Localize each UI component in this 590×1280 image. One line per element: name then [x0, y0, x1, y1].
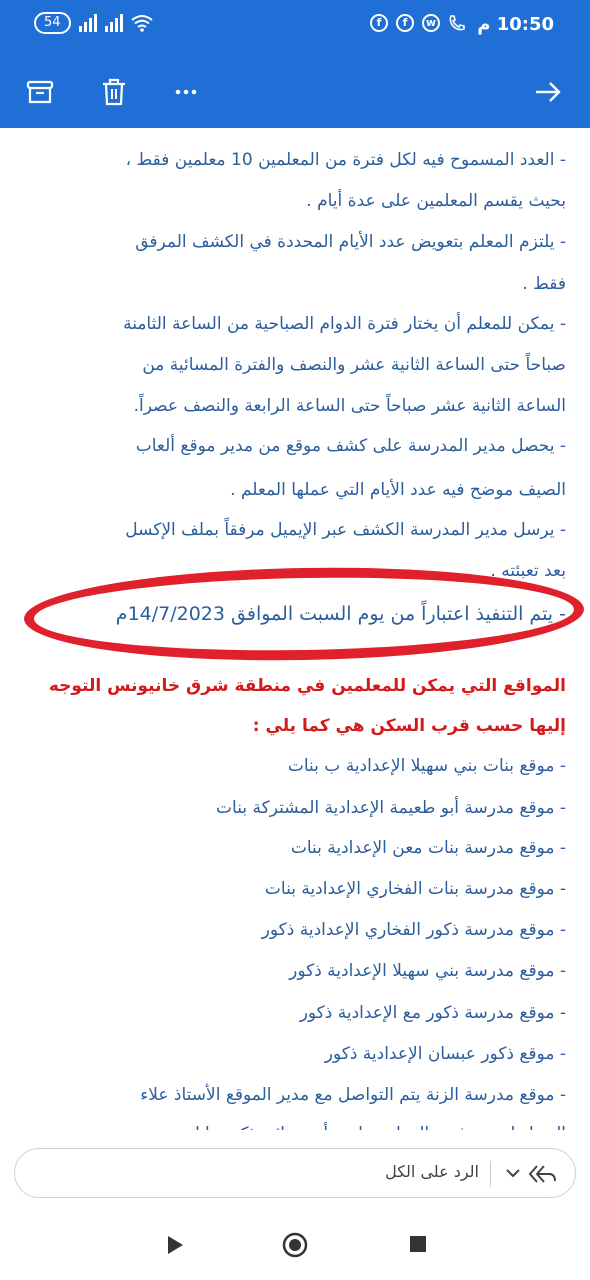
location-item: - موقع مدرسة الزنة يتم التواصل مع مدير ا…	[140, 1085, 566, 1105]
reply-divider	[490, 1161, 491, 1187]
wifi-icon	[130, 15, 153, 32]
reply-all-bar[interactable]: الرد على الكل	[14, 1148, 576, 1198]
signal-icon-2	[104, 14, 123, 32]
facebook-icon-2: f	[396, 14, 414, 32]
location-item: - موقع مدرسة بني سهيلا الإعدادية ذكور	[289, 961, 566, 981]
facebook-icon: f	[370, 14, 388, 32]
location-item: - موقع بنات بني سهيلا الإعدادية ب بنات	[287, 756, 566, 776]
system-nav-bar	[0, 1212, 590, 1280]
location-item: الحجار لتحديد فترة العمل صباحي أو مسائي …	[20, 1122, 566, 1130]
chevron-down-icon[interactable]	[505, 1167, 521, 1179]
more-icon	[175, 89, 197, 95]
trash-icon	[103, 78, 125, 106]
archive-button[interactable]	[18, 70, 62, 114]
recents-square-icon[interactable]	[408, 1234, 428, 1254]
body-line: فقط .	[522, 274, 566, 294]
home-circle-icon[interactable]	[282, 1232, 308, 1258]
body-line: - يرسل مدير المدرسة الكشف عبر الإيميل مر…	[125, 520, 566, 540]
status-left-icons: 54	[34, 12, 153, 34]
status-bar: 54 f f w 10:50 م	[0, 0, 590, 56]
battery-indicator: 54	[34, 12, 71, 34]
status-right-icons: f f w	[370, 14, 466, 32]
locations-heading: المواقع التي يمكن للمعلمين في منطقة شرق …	[48, 676, 566, 696]
whatsapp-icon: w	[422, 14, 440, 32]
email-body: - العدد المسموح فيه لكل فترة من المعلمين…	[0, 128, 590, 1130]
location-item: - موقع مدرسة أبو طعيمة الإعدادية المشترك…	[216, 798, 566, 818]
body-line: الصيف موضح فيه عدد الأيام التي عملها الم…	[230, 480, 566, 500]
body-line: - العدد المسموح فيه لكل فترة من المعلمين…	[125, 150, 566, 170]
body-line: بحيث يقسم المعلمين على عدة أيام .	[306, 191, 566, 211]
archive-icon	[26, 80, 54, 104]
body-line: - يلتزم المعلم بتعويض عدد الأيام المحددة…	[135, 232, 566, 252]
status-time: 10:50 م	[477, 14, 554, 35]
forward-button[interactable]	[526, 70, 570, 114]
body-line: صباحاً حتى الساعة الثانية عشر والنصف وال…	[142, 355, 566, 375]
location-item: - موقع مدرسة ذكور مع الإعدادية ذكور	[299, 1003, 566, 1023]
body-line: الساعة الثانية عشر صباحاً حتى الساعة الر…	[133, 396, 566, 416]
back-play-icon[interactable]	[164, 1234, 186, 1256]
location-item: - موقع مدرسة ذكور الفخاري الإعدادية ذكور	[261, 920, 566, 940]
delete-button[interactable]	[92, 70, 136, 114]
reply-all-icon	[528, 1165, 556, 1183]
body-line: - يحصل مدير المدرسة على كشف موقع من مدير…	[135, 436, 566, 456]
body-line: - يمكن للمعلم أن يختار فترة الدوام الصبا…	[123, 314, 566, 334]
arrow-right-icon	[536, 82, 561, 102]
location-item: - موقع مدرسة بنات معن الإعدادية بنات	[290, 838, 566, 858]
location-item: - موقع ذكور عبسان الإعدادية ذكور	[324, 1044, 566, 1064]
location-item: - موقع مدرسة بنات الفخاري الإعدادية بنات	[264, 879, 566, 899]
phone-icon	[449, 15, 465, 31]
locations-heading-2: إليها حسب قرب السكن هي كما يلي :	[252, 716, 566, 736]
signal-icon	[78, 14, 97, 32]
email-toolbar	[0, 56, 590, 128]
more-options-button[interactable]	[164, 70, 208, 114]
reply-all-label: الرد على الكل	[385, 1162, 479, 1181]
